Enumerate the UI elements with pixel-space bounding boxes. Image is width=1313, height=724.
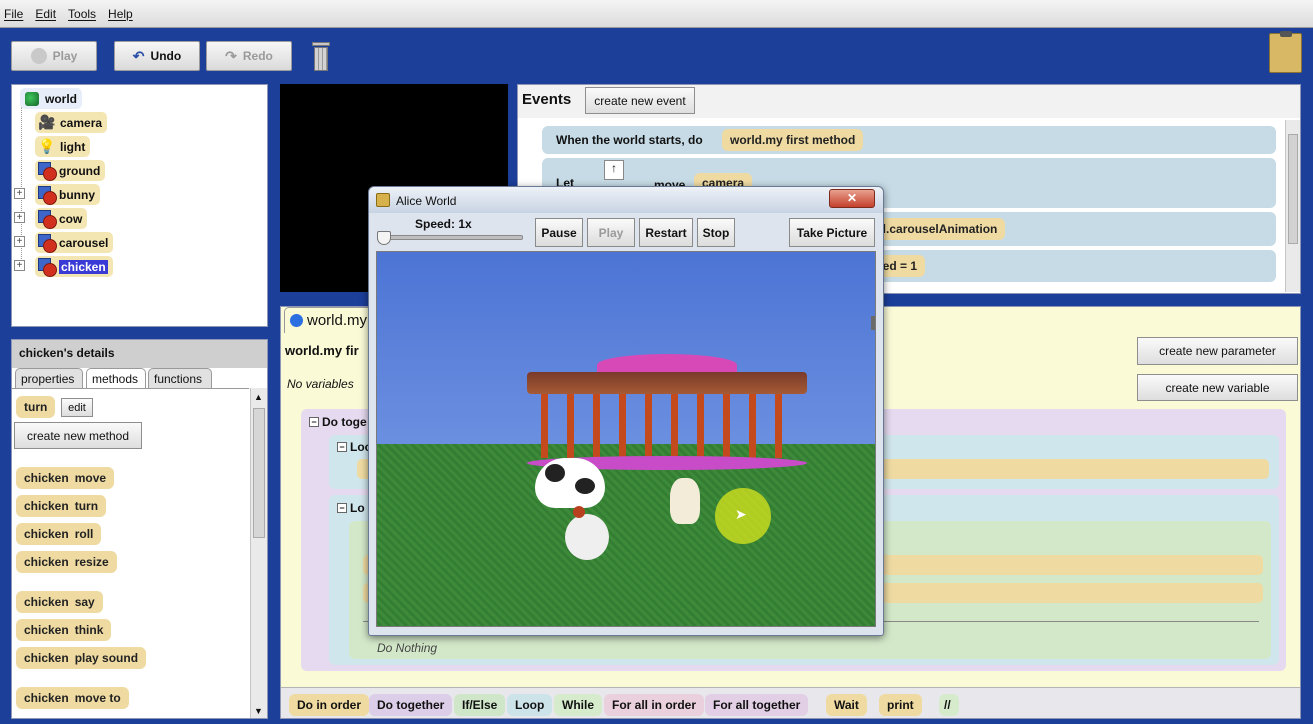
- loop-tile[interactable]: Loop: [507, 694, 553, 716]
- restart-button[interactable]: Restart: [639, 218, 693, 247]
- expand-carousel-icon[interactable]: +: [14, 236, 25, 247]
- menu-bar: File Edit Tools Help: [0, 0, 1313, 28]
- alice-play-button[interactable]: Play: [587, 218, 635, 247]
- wait-tile[interactable]: Wait: [826, 694, 867, 716]
- menu-tools[interactable]: Tools: [68, 7, 96, 21]
- alice-world-title: Alice World: [396, 194, 457, 208]
- menu-edit[interactable]: Edit: [35, 7, 56, 21]
- globe-icon: [23, 90, 41, 108]
- chicken-move-to-tile[interactable]: chicken move to: [16, 687, 129, 709]
- object-icon: [38, 258, 57, 277]
- expand-cow-icon[interactable]: +: [14, 212, 25, 223]
- print-tile[interactable]: print: [879, 694, 922, 716]
- create-new-method-button[interactable]: create new method: [14, 422, 142, 449]
- redo-button[interactable]: ↷ Redo: [206, 41, 292, 71]
- menu-help[interactable]: Help: [108, 7, 133, 21]
- tree-item-light[interactable]: 💡 light: [35, 136, 91, 157]
- pause-button[interactable]: Pause: [535, 218, 583, 247]
- tree-item-carousel[interactable]: carousel: [35, 232, 114, 253]
- speed-slider[interactable]: [377, 235, 523, 240]
- chicken-think-tile[interactable]: chicken think: [16, 619, 112, 641]
- carousel-animation-tile[interactable]: el.carouselAnimation: [868, 218, 1006, 240]
- comment-tile[interactable]: //: [939, 694, 959, 716]
- bunny-model: [670, 478, 700, 524]
- chicken-roll-tile[interactable]: chicken roll: [16, 523, 102, 545]
- method-globe-icon: [290, 314, 303, 327]
- events-scrollbar[interactable]: [1285, 120, 1300, 292]
- object-icon: [38, 234, 57, 253]
- menu-file[interactable]: File: [4, 7, 23, 21]
- event-row-world-starts[interactable]: When the world starts, do world.my first…: [542, 126, 1276, 154]
- world-scene[interactable]: ➤: [376, 251, 876, 627]
- cow-model: [535, 458, 605, 508]
- arrow-up-icon[interactable]: ↑: [604, 160, 624, 180]
- tree-item-cow[interactable]: cow: [35, 208, 88, 229]
- method-turn-tile[interactable]: turn: [16, 396, 56, 418]
- create-new-variable-button[interactable]: create new variable: [1137, 374, 1298, 401]
- details-title: chicken's details: [19, 346, 115, 360]
- undo-button[interactable]: ↶ Undo: [114, 41, 200, 71]
- chicken-move-tile[interactable]: chicken move: [16, 467, 115, 489]
- play-button[interactable]: Play: [11, 41, 97, 71]
- chicken-turn-tile[interactable]: chicken turn: [16, 495, 107, 517]
- alice-app-icon: [376, 193, 390, 207]
- object-icon: [38, 162, 57, 181]
- tree-item-world[interactable]: world: [20, 88, 82, 109]
- tree-item-bunny[interactable]: bunny: [35, 184, 100, 205]
- alice-world-window: Alice World ✕ Speed: 1x Pause Play Resta…: [368, 186, 884, 636]
- object-tree: world 🎥 camera 💡 light ground + bunny + …: [11, 84, 268, 327]
- details-scrollbar[interactable]: ▲ ▼: [250, 388, 267, 718]
- for-all-in-order-tile[interactable]: For all in order: [604, 694, 705, 716]
- if-else-tile[interactable]: If/Else: [454, 694, 506, 716]
- expand-bunny-icon[interactable]: +: [14, 188, 25, 199]
- while-tile[interactable]: While: [554, 694, 602, 716]
- play-icon: [30, 48, 47, 64]
- chicken-resize-tile[interactable]: chicken resize: [16, 551, 117, 573]
- create-new-event-button[interactable]: create new event: [585, 87, 695, 114]
- do-in-order-tile[interactable]: Do in order: [289, 694, 370, 716]
- no-variables-label: No variables: [287, 377, 354, 391]
- scene-edge: [871, 316, 875, 330]
- chicken-model: [565, 506, 609, 560]
- method-name-label: world.my fir: [285, 343, 359, 358]
- object-icon: [38, 210, 57, 229]
- event-method-tile[interactable]: world.my first method: [722, 129, 864, 151]
- do-together-tile[interactable]: Do together: [369, 694, 453, 716]
- chicken-say-tile[interactable]: chicken say: [16, 591, 103, 613]
- tab-functions[interactable]: functions: [148, 368, 212, 388]
- do-nothing-label: Do Nothing: [377, 641, 438, 655]
- camera-icon: 🎥: [38, 114, 56, 130]
- tab-properties[interactable]: properties: [15, 368, 83, 388]
- redo-icon: ↷: [225, 47, 237, 64]
- create-new-parameter-button[interactable]: create new parameter: [1137, 337, 1298, 365]
- events-title: Events: [522, 91, 572, 108]
- speed-label: Speed: 1x: [415, 217, 472, 231]
- object-icon: [38, 186, 57, 205]
- clipboard-icon[interactable]: [1269, 31, 1302, 73]
- undo-icon: ↶: [132, 47, 145, 64]
- trash-icon[interactable]: [311, 42, 331, 72]
- tree-item-ground[interactable]: ground: [35, 160, 106, 181]
- comment-icon: //: [944, 698, 951, 712]
- mouse-pointer-icon: ➤: [735, 506, 747, 522]
- stop-button[interactable]: Stop: [697, 218, 735, 247]
- take-picture-button[interactable]: Take Picture: [789, 218, 875, 247]
- tab-world-method[interactable]: world.my: [284, 307, 376, 333]
- close-icon[interactable]: ✕: [829, 189, 875, 208]
- for-all-together-tile[interactable]: For all together: [705, 694, 809, 716]
- chicken-play-sound-tile[interactable]: chicken play sound: [16, 647, 147, 669]
- details-panel: chicken's details properties methods fun…: [11, 339, 268, 719]
- tree-item-camera[interactable]: 🎥 camera: [35, 112, 108, 133]
- lightbulb-icon: 💡: [38, 138, 56, 154]
- edit-method-button[interactable]: edit: [61, 398, 93, 417]
- tree-item-chicken[interactable]: chicken: [35, 256, 113, 277]
- speed-slider-thumb[interactable]: [377, 231, 391, 245]
- tab-methods[interactable]: methods: [86, 368, 146, 388]
- expand-chicken-icon[interactable]: +: [14, 260, 25, 271]
